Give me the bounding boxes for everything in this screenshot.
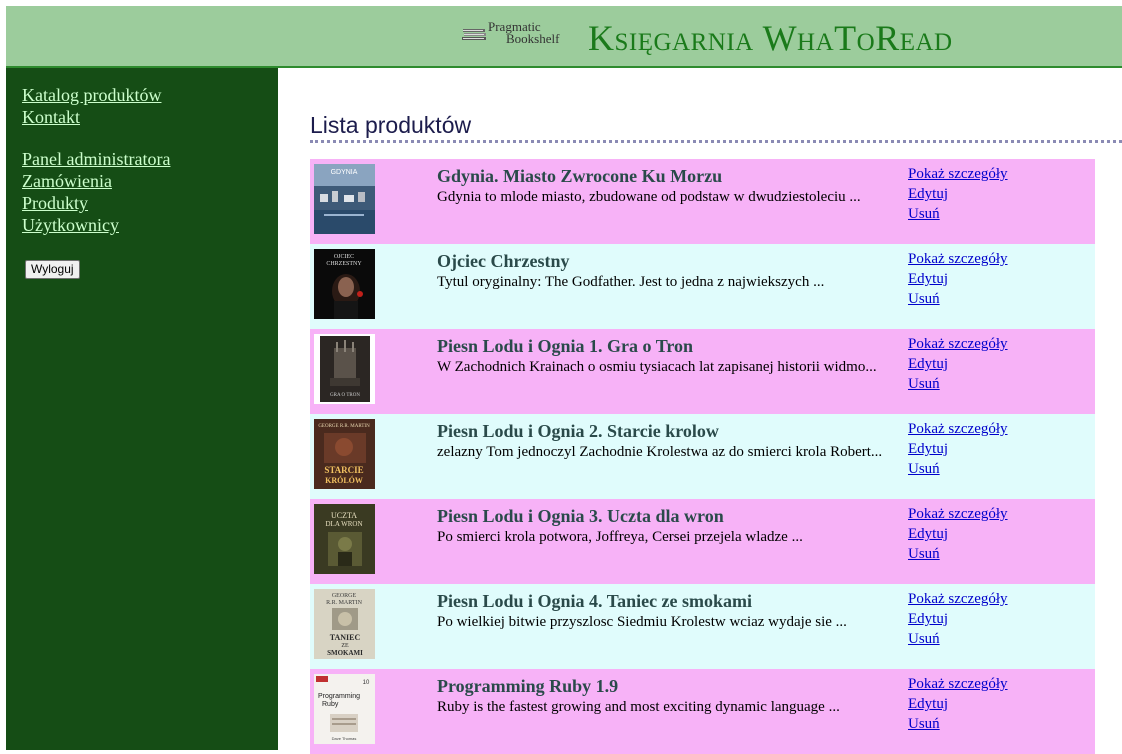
product-row: GEORGE R.R. MARTIN STARCIE KRÓLÓW Piesn … [310,414,1095,499]
cover-text: OJCIEC [334,254,354,260]
sidebar-link-users[interactable]: Użytkownicy [22,214,119,236]
delete-link[interactable]: Usuń [908,544,940,564]
product-title: Programming Ruby 1.9 [437,676,619,696]
delete-link[interactable]: Usuń [908,714,940,734]
pragmatic-bookshelf-logo[interactable]: Pragmatic Bookshelf [458,20,572,50]
show-details-link[interactable]: Pokaż szczegóły [908,419,1008,439]
product-cover-image: OJCIEC CHRZESTNY [314,249,375,319]
cover-text: Programming [318,693,360,700]
sidebar-link-orders[interactable]: Zamówienia [22,170,112,192]
cover-text: Dave Thomas [332,736,357,741]
cover-text: SMOKAMI [327,649,363,657]
cover-text: GRA O TRON [330,393,360,398]
header-banner: Pragmatic Bookshelf Księgarnia WhaToRead [6,6,1122,68]
logo-text: Pragmatic Bookshelf [484,20,574,50]
product-cover-image: GDYNIA [314,164,375,234]
product-description: Po smierci krola potwora, Joffreya, Cers… [437,529,803,545]
cover-text: GDYNIA [331,169,358,176]
product-title: Piesn Lodu i Ognia 4. Taniec ze smokami [437,591,753,611]
logout-button[interactable]: Wyloguj [25,260,80,279]
product-description: Tytul oryginalny: The Godfather. Jest to… [437,274,825,290]
product-description: zelazny Tom jednoczyl Zachodnie Krolestw… [437,444,883,460]
product-cover-image: GRA O TRON [314,334,375,404]
show-details-link[interactable]: Pokaż szczegóły [908,589,1008,609]
delete-link[interactable]: Usuń [908,374,940,394]
page-title: Lista produktów [310,112,472,138]
cover-text: GEORGE R.R. MARTIN [318,424,370,429]
product-title: Piesn Lodu i Ognia 3. Uczta dla wron [437,506,724,526]
product-description: Gdynia to mlode miasto, zbudowane od pod… [437,189,861,205]
delete-link[interactable]: Usuń [908,289,940,309]
edit-link[interactable]: Edytuj [908,609,948,629]
delete-link[interactable]: Usuń [908,459,940,479]
edit-link[interactable]: Edytuj [908,269,948,289]
product-title: Piesn Lodu i Ognia 1. Gra o Tron [437,336,694,356]
product-cover-image: 10 Programming Ruby Dave Thomas [314,674,375,744]
cover-text: R.R. MARTIN [326,600,362,606]
product-row: 10 Programming Ruby Dave Thomas Programm… [310,669,1095,754]
delete-link[interactable]: Usuń [908,629,940,649]
product-description: W Zachodnich Krainach o osmiu tysiacach … [437,359,877,375]
edit-link[interactable]: Edytuj [908,694,948,714]
cover-text: STARCIE [324,465,363,475]
edit-link[interactable]: Edytuj [908,524,948,544]
edit-link[interactable]: Edytuj [908,354,948,374]
sidebar: Katalog produktów Kontakt Panel administ… [6,68,278,750]
cover-text: UCZTA [331,511,357,520]
cover-text: KRÓLÓW [325,475,363,485]
cover-text: 10 [363,680,370,686]
delete-link[interactable]: Usuń [908,204,940,224]
product-list: GDYNIA Gdynia. Miasto Zwrocone Ku Morzu … [310,159,1095,754]
product-description: Ruby is the fastest growing and most exc… [437,699,840,715]
product-row: UCZTA DLA WRON Piesn Lodu i Ognia 3. Ucz… [310,499,1095,584]
show-details-link[interactable]: Pokaż szczegóły [908,164,1008,184]
product-title: Piesn Lodu i Ognia 2. Starcie krolow [437,421,719,441]
heading-divider [310,140,1122,143]
sidebar-link-catalog[interactable]: Katalog produktów [22,84,161,106]
cover-text: Ruby [322,701,339,708]
product-cover-image: UCZTA DLA WRON [314,504,375,574]
cover-text: TANIEC [330,633,361,642]
product-row: GEORGE R.R. MARTIN TANIEC ZE SMOKAMI Pie… [310,584,1095,669]
show-details-link[interactable]: Pokaż szczegóły [908,504,1008,524]
edit-link[interactable]: Edytuj [908,184,948,204]
show-details-link[interactable]: Pokaż szczegóły [908,334,1008,354]
product-title: Gdynia. Miasto Zwrocone Ku Morzu [437,166,723,186]
product-description: Po wielkiej bitwie przyszlosc Siedmiu Kr… [437,614,847,630]
sidebar-link-products[interactable]: Produkty [22,192,88,214]
site-title: Księgarnia WhaToRead [588,18,953,58]
show-details-link[interactable]: Pokaż szczegóły [908,674,1008,694]
cover-text: CHRZESTNY [326,261,362,267]
sidebar-link-admin-panel[interactable]: Panel administratora [22,148,170,170]
product-cover-image: GEORGE R.R. MARTIN TANIEC ZE SMOKAMI [314,589,375,659]
edit-link[interactable]: Edytuj [908,439,948,459]
product-row: GRA O TRON Piesn Lodu i Ognia 1. Gra o T… [310,329,1095,414]
show-details-link[interactable]: Pokaż szczegóły [908,249,1008,269]
sidebar-link-contact[interactable]: Kontakt [22,106,80,128]
product-row: OJCIEC CHRZESTNY Ojciec Chrzestny Tytul … [310,244,1095,329]
cover-text: DLA WRON [325,520,362,528]
product-row: GDYNIA Gdynia. Miasto Zwrocone Ku Morzu … [310,159,1095,244]
logo-line-2: Bookshelf [506,31,560,46]
product-cover-image: GEORGE R.R. MARTIN STARCIE KRÓLÓW [314,419,375,489]
product-title: Ojciec Chrzestny [437,251,570,271]
cover-text: GEORGE [332,593,357,599]
